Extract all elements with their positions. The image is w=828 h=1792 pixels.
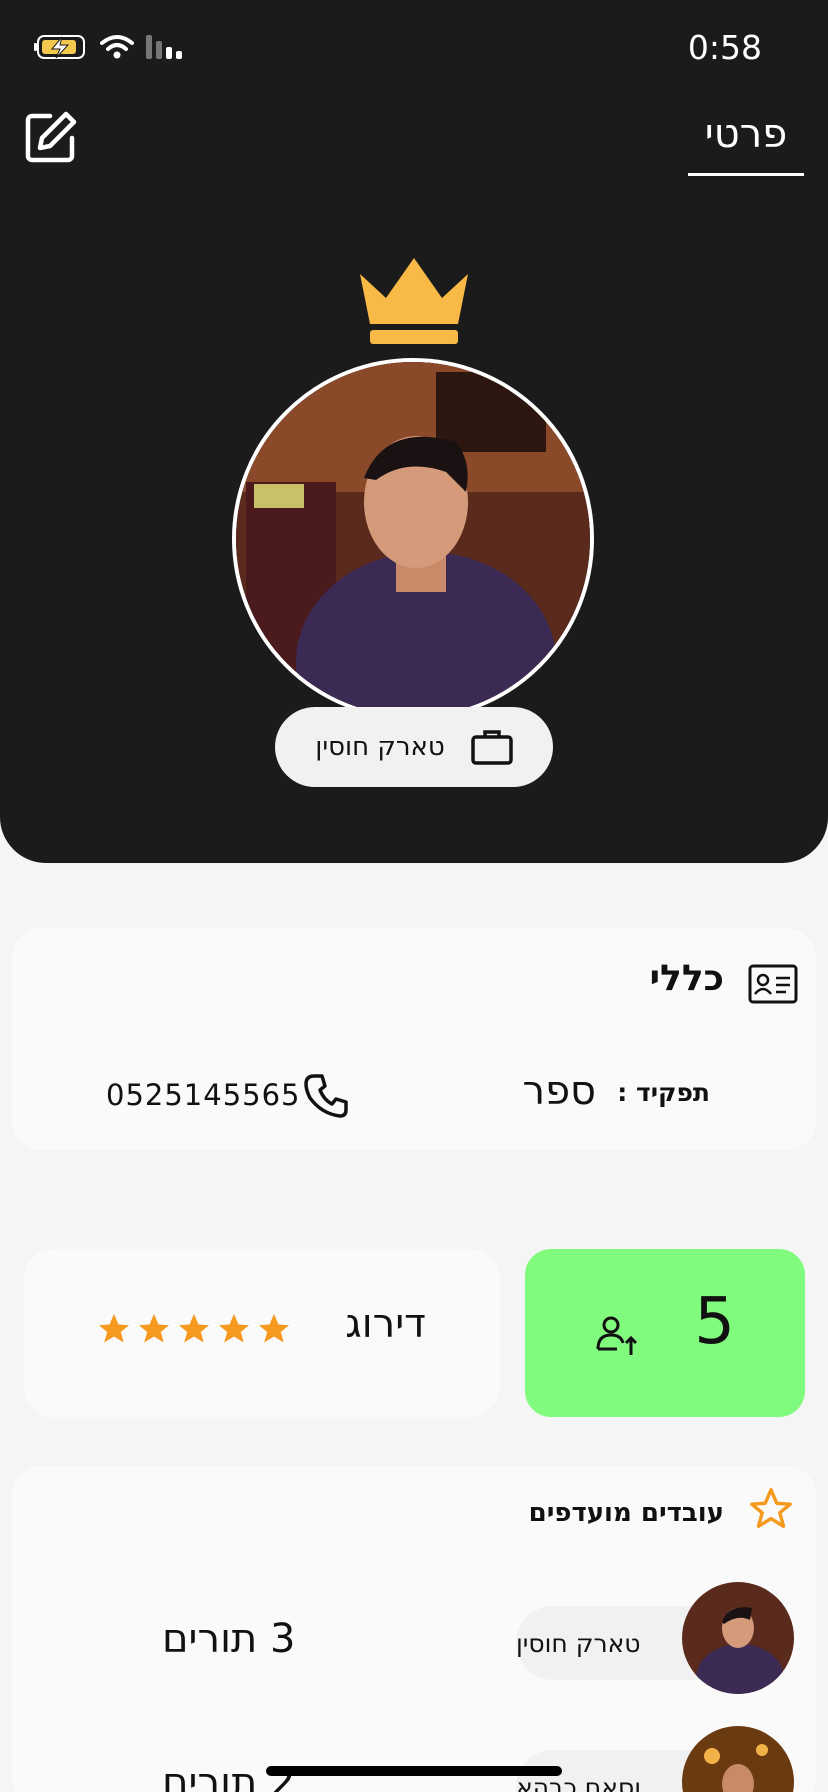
id-card-icon — [748, 964, 798, 1004]
favorites-card: עובדים מועדפים טארק חוסין 3 תורים וסאם כ… — [12, 1466, 816, 1792]
profile-header: 0:58 פרטי טארק חוסין — [0, 0, 828, 863]
clients-count-card[interactable]: 5 — [525, 1249, 805, 1417]
phone-icon[interactable] — [302, 1072, 350, 1120]
home-indicator — [266, 1766, 562, 1776]
battery-charging-icon — [34, 35, 85, 59]
profile-avatar[interactable] — [232, 358, 594, 720]
star-outline-icon — [750, 1488, 792, 1528]
general-info-card: כללי תפקיד : ספר 0525145565 — [12, 928, 816, 1150]
rating-label: דירוג — [345, 1301, 426, 1347]
phone-number[interactable]: 0525145565 — [106, 1078, 301, 1112]
star-icon — [219, 1314, 249, 1343]
role-value: ספר — [522, 1068, 596, 1114]
favorite-count: 3 תורים — [162, 1616, 296, 1662]
user-up-icon — [596, 1316, 638, 1355]
wifi-icon — [100, 35, 134, 59]
star-icon — [259, 1314, 289, 1343]
role-label: תפקיד : — [617, 1078, 710, 1107]
rating-card: דירוג — [24, 1249, 500, 1417]
favorites-title: עובדים מועדפים — [528, 1498, 724, 1528]
briefcase-icon — [470, 730, 513, 765]
star-icon — [99, 1314, 129, 1343]
star-icon — [139, 1314, 169, 1343]
edit-icon — [25, 111, 77, 163]
crown-icon — [360, 258, 468, 344]
favorite-avatar — [682, 1726, 794, 1792]
favorite-avatar — [682, 1582, 794, 1694]
profile-name: טארק חוסין — [315, 732, 445, 762]
clients-count: 5 — [694, 1285, 735, 1359]
general-title: כללי — [649, 958, 724, 999]
favorite-count: 2 תורים — [162, 1760, 296, 1792]
profile-name-pill: טארק חוסין — [275, 707, 553, 787]
status-icons — [34, 34, 186, 60]
tab-my-details[interactable]: פרטי — [688, 104, 804, 176]
favorite-name: טארק חוסין — [516, 1628, 641, 1658]
top-nav: פרטי — [0, 100, 828, 190]
rating-stars — [96, 1311, 292, 1347]
star-icon — [179, 1314, 209, 1343]
favorite-item[interactable]: וסאם כבהא 2 תורים — [12, 1726, 816, 1792]
signal-icon — [146, 35, 182, 59]
status-time: 0:58 — [687, 28, 762, 67]
edit-button[interactable] — [22, 110, 82, 170]
status-bar: 0:58 — [0, 0, 828, 100]
favorite-item[interactable]: טארק חוסין 3 תורים — [12, 1582, 816, 1696]
